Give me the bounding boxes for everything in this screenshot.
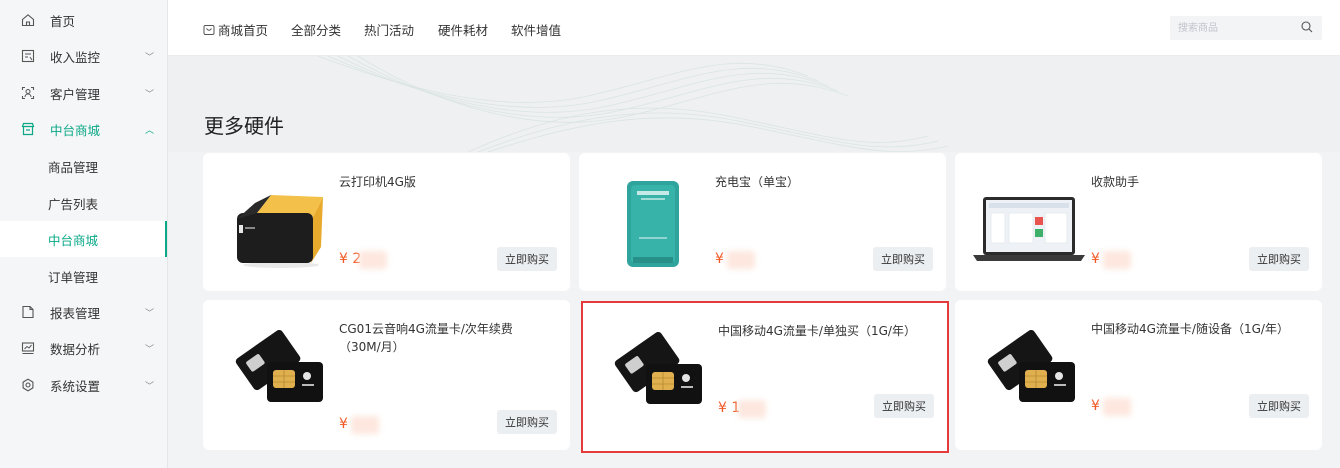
product-name: 中国移动4G流量卡/随设备（1G/年） (1091, 322, 1289, 336)
powerbank-image (603, 177, 703, 269)
report-icon (20, 304, 36, 320)
search-icon[interactable] (1300, 20, 1314, 34)
chevron-down-icon: ﹀ (145, 52, 155, 63)
product-card[interactable]: 充电宝（单宝） ¥ 立即购买 (579, 153, 946, 291)
chevron-up-icon: ︿ (145, 125, 155, 136)
analytics-icon (20, 340, 36, 356)
sidebar-item-customers[interactable]: 客户管理 ﹀ (0, 75, 167, 111)
product-price: ¥ (715, 251, 724, 267)
sidebar-item-label: 首页 (50, 13, 76, 29)
price-mask (727, 251, 755, 269)
buy-now-button[interactable]: 立即购买 (1249, 394, 1309, 418)
chevron-down-icon: ﹀ (145, 381, 155, 392)
nav-label: 商城首页 (218, 23, 269, 38)
top-navigation-bar (168, 0, 1340, 56)
sidebar-item-analytics[interactable]: 数据分析 ﹀ (0, 330, 167, 366)
product-price: ¥ (1091, 398, 1100, 414)
price-mask (1103, 251, 1131, 269)
sidebar-item-label: 中台商城 (50, 122, 101, 138)
shop-icon (20, 121, 36, 137)
sidebar-subitem-ad-list[interactable]: 广告列表 (0, 185, 167, 221)
sidebar-item-label: 广告列表 (48, 196, 99, 212)
sidebar-item-label: 中台商城 (48, 232, 99, 248)
product-price: ¥ (339, 416, 348, 432)
wave-decoration (317, 56, 949, 152)
sim-card-image (979, 322, 1079, 414)
banner-background (168, 56, 1340, 152)
price-mask (1103, 398, 1131, 416)
home-icon (20, 12, 36, 28)
product-card[interactable]: 收款助手 ¥ 立即购买 (955, 153, 1322, 291)
laptop-image (973, 177, 1085, 269)
buy-now-button[interactable]: 立即购买 (873, 247, 933, 271)
chevron-down-icon: ﹀ (145, 308, 155, 319)
product-name: 中国移动4G流量卡/单独买（1G/年） (718, 324, 916, 338)
product-card[interactable]: 中国移动4G流量卡/随设备（1G/年） ¥ 立即购买 (955, 300, 1322, 450)
product-price: ¥ 1 (718, 400, 741, 416)
product-card[interactable]: 云打印机4G版 ¥ 2 立即购买 (203, 153, 570, 291)
sidebar: 首页 收入监控 ﹀ 客户管理 ﹀ 中台商城 ︿ 商品管理 广告列表 中台商城 订… (0, 0, 168, 468)
price-mask (738, 400, 766, 418)
product-name: CG01云音响4G流量卡/次年续费（30M/月） (339, 322, 513, 354)
search-box (1170, 16, 1322, 40)
sidebar-item-label: 报表管理 (50, 305, 101, 321)
price-mask (351, 416, 379, 434)
sidebar-item-income-monitor[interactable]: 收入监控 ﹀ (0, 38, 167, 74)
sidebar-item-reports[interactable]: 报表管理 ﹀ (0, 294, 167, 330)
sidebar-item-label: 订单管理 (48, 269, 99, 285)
product-card[interactable]: CG01云音响4G流量卡/次年续费（30M/月） ¥ 立即购买 (203, 300, 570, 450)
sidebar-item-mall[interactable]: 中台商城 ︿ (0, 111, 167, 147)
sidebar-item-settings[interactable]: 系统设置 ﹀ (0, 367, 167, 403)
sidebar-item-label: 商品管理 (48, 159, 99, 175)
product-name: 云打印机4G版 (339, 175, 416, 189)
mall-home-icon (203, 24, 215, 36)
sim-card-image (606, 324, 706, 416)
monitor-icon (20, 48, 36, 64)
nav-all-categories[interactable]: 全部分类 (291, 20, 341, 39)
product-price: ¥ (1091, 251, 1100, 267)
buy-now-button[interactable]: 立即购买 (497, 247, 557, 271)
product-name: 收款助手 (1091, 175, 1140, 189)
buy-now-button[interactable]: 立即购买 (497, 410, 557, 434)
sidebar-item-label: 客户管理 (50, 86, 101, 102)
printer-image (227, 177, 327, 269)
chevron-down-icon: ﹀ (145, 344, 155, 355)
sim-card-image (227, 322, 327, 414)
nav-software-addons[interactable]: 软件增值 (511, 20, 561, 39)
customer-icon (20, 85, 36, 101)
page-title: 更多硬件 (204, 114, 284, 138)
nav-hardware-supplies[interactable]: 硬件耗材 (438, 20, 488, 39)
buy-now-button[interactable]: 立即购买 (1249, 247, 1309, 271)
sidebar-item-label: 数据分析 (50, 341, 101, 357)
nav-hot-activities[interactable]: 热门活动 (364, 20, 414, 39)
sidebar-item-label: 收入监控 (50, 49, 101, 65)
product-card-highlighted[interactable]: 中国移动4G流量卡/单独买（1G/年） ¥ 1 立即购买 (581, 301, 949, 453)
buy-now-button[interactable]: 立即购买 (874, 394, 934, 418)
sidebar-item-label: 系统设置 (50, 378, 101, 394)
sidebar-subitem-orders[interactable]: 订单管理 (0, 258, 167, 294)
search-input[interactable] (1178, 20, 1288, 36)
nav-mall-home[interactable]: 商城首页 (203, 20, 268, 39)
sidebar-subitem-product-management[interactable]: 商品管理 (0, 148, 167, 184)
chevron-down-icon: ﹀ (145, 89, 155, 100)
sidebar-subitem-mall[interactable]: 中台商城 (0, 221, 167, 257)
settings-icon (20, 377, 36, 393)
product-name: 充电宝（单宝） (715, 175, 800, 189)
sidebar-item-home[interactable]: 首页 (0, 2, 167, 38)
product-price: ¥ 2 (339, 251, 362, 267)
price-mask (359, 251, 387, 269)
